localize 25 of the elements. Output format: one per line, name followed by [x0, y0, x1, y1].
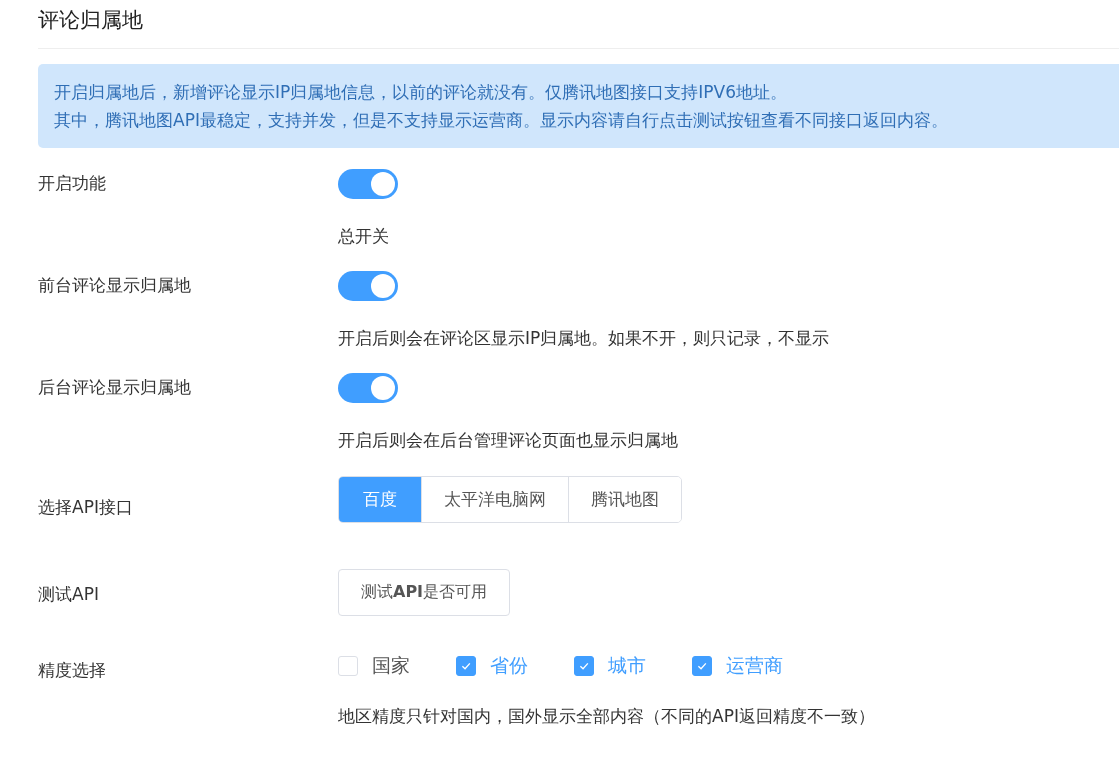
- setting-description: 开启后则会在后台管理评论页面也显示归属地: [338, 429, 678, 452]
- setting-label: 选择API接口: [38, 496, 134, 519]
- test-button[interactable]: 测试API是否可用: [338, 569, 511, 616]
- notice-text: 开启归属地后，新增评论显示IP归属地信息，以前的评论就没有。仅腾讯地图接口支持IPV6地址。: [54, 81, 788, 104]
- toggle-switch[interactable]: [338, 271, 398, 301]
- checkbox[interactable]: [692, 656, 712, 676]
- toggle-switch[interactable]: [338, 169, 398, 199]
- setting-label: 开启功能: [38, 172, 107, 195]
- checkmark-icon: [696, 660, 708, 672]
- setting-label: 后台评论显示归属地: [38, 376, 192, 399]
- setting-label: 测试API: [38, 583, 100, 606]
- setting-description: 开启后则会在评论区显示IP归属地。如果不开，则只记录，不显示: [338, 327, 830, 350]
- notice-text: 其中，腾讯地图API最稳定，支持并发，但是不支持显示运营商。显示内容请自行点击测试按钮查看不同接口返回内容。: [54, 109, 949, 132]
- checkmark-icon: [460, 660, 472, 672]
- checkbox-label[interactable]: 国家: [372, 653, 410, 679]
- section-title: 评论归属地: [38, 7, 144, 34]
- setting-label: 前台评论显示归属地: [38, 274, 192, 297]
- checkmark-icon: [578, 660, 590, 672]
- radio-button[interactable]: 腾讯地图: [568, 477, 681, 522]
- setting-description: 总开关: [338, 225, 389, 248]
- checkbox[interactable]: [456, 656, 476, 676]
- checkbox[interactable]: [574, 656, 594, 676]
- setting-label: 精度选择: [38, 659, 107, 682]
- toggle-switch[interactable]: [338, 373, 398, 403]
- setting-description: 地区精度只针对国内，国外显示全部内容（不同的API返回精度不一致）: [338, 705, 875, 728]
